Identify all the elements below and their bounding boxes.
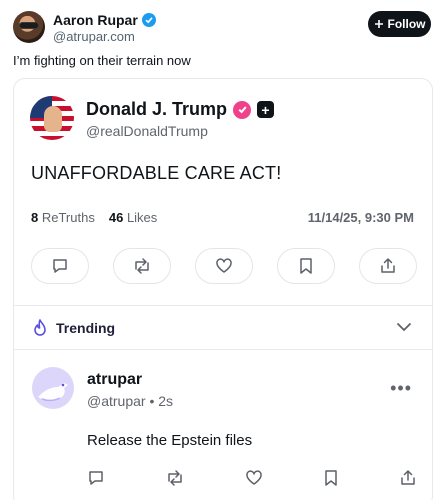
post-text: I’m fighting on their terrain now <box>13 53 191 68</box>
comment-icon <box>53 259 67 273</box>
reply-comment-button[interactable] <box>87 469 105 487</box>
plus-icon <box>374 20 383 28</box>
reply-avatar[interactable] <box>32 367 74 409</box>
reply-share-button[interactable] <box>399 469 417 487</box>
heart-icon <box>216 258 232 273</box>
divider <box>14 349 432 350</box>
truth-text: UNAFFORDABLE CARE ACT! <box>31 163 282 183</box>
truth-author-row: Donald J. Trump + <box>86 99 275 120</box>
verified-badge-icon <box>233 100 252 119</box>
truth-author-handle[interactable]: @realDonaldTrump <box>86 123 208 139</box>
flame-icon <box>34 319 46 336</box>
likes-count: 46 <box>108 210 124 225</box>
reply-action-row <box>87 469 417 487</box>
truth-author-name[interactable]: Donald J. Trump <box>86 99 227 120</box>
bookmark-button[interactable] <box>277 248 335 284</box>
comment-icon <box>89 471 103 485</box>
likes-stat[interactable]: 46 Likes <box>109 210 157 225</box>
verified-badge-icon <box>141 13 156 27</box>
truth-timestamp[interactable]: 11/14/25, 9:30 PM <box>308 210 414 225</box>
retruth-icon <box>168 470 182 486</box>
retruths-count: 8 <box>31 210 39 225</box>
trump-avatar[interactable] <box>30 96 74 140</box>
heart-icon <box>246 470 262 485</box>
retruth-icon <box>135 258 149 274</box>
author-name-row[interactable]: Aaron Rupar <box>53 12 156 28</box>
reply-author-name[interactable]: atrupar <box>87 371 142 389</box>
reply-author-handle[interactable]: @atrupar <box>87 393 146 409</box>
bookmark-icon <box>300 258 312 274</box>
author-avatar[interactable] <box>13 11 45 43</box>
trending-toggle[interactable]: Trending <box>32 319 115 337</box>
retruths-label: ReTruths <box>41 210 95 225</box>
truth-action-row <box>31 248 417 284</box>
more-options-icon[interactable]: ••• <box>390 379 412 397</box>
divider <box>14 305 432 306</box>
reply-age[interactable]: 2s <box>158 393 173 409</box>
retruths-stat[interactable]: 8 ReTruths <box>31 210 95 225</box>
eagle-avatar-icon <box>38 383 68 402</box>
reply-meta: @atrupar • 2s <box>87 393 173 409</box>
truth-stats: 8 ReTruths 46 Likes <box>31 210 157 225</box>
author-name[interactable]: Aaron Rupar <box>53 12 138 28</box>
meta-separator: • <box>149 393 155 409</box>
reply-bookmark-button[interactable] <box>323 469 339 487</box>
follow-button[interactable]: Follow <box>368 11 431 37</box>
retruth-button[interactable] <box>113 248 171 284</box>
follow-label: Follow <box>387 17 426 31</box>
author-handle[interactable]: @atrupar.com <box>53 29 135 44</box>
like-button[interactable] <box>195 248 253 284</box>
share-button[interactable] <box>359 248 417 284</box>
trending-label: Trending <box>56 320 116 336</box>
reply-text: Release the Epstein files <box>87 432 253 449</box>
chevron-down-icon[interactable] <box>396 322 412 332</box>
bookmark-icon <box>325 470 337 486</box>
embedded-truth-card[interactable]: Donald J. Trump + @realDonaldTrump UNAFF… <box>13 78 433 500</box>
reply-like-button[interactable] <box>245 469 263 487</box>
share-icon <box>401 470 415 485</box>
comment-button[interactable] <box>31 248 89 284</box>
reply-retruth-button[interactable] <box>165 469 185 487</box>
share-icon <box>381 258 395 273</box>
likes-label: Likes <box>126 210 158 225</box>
truth-plus-icon: + <box>257 101 275 118</box>
